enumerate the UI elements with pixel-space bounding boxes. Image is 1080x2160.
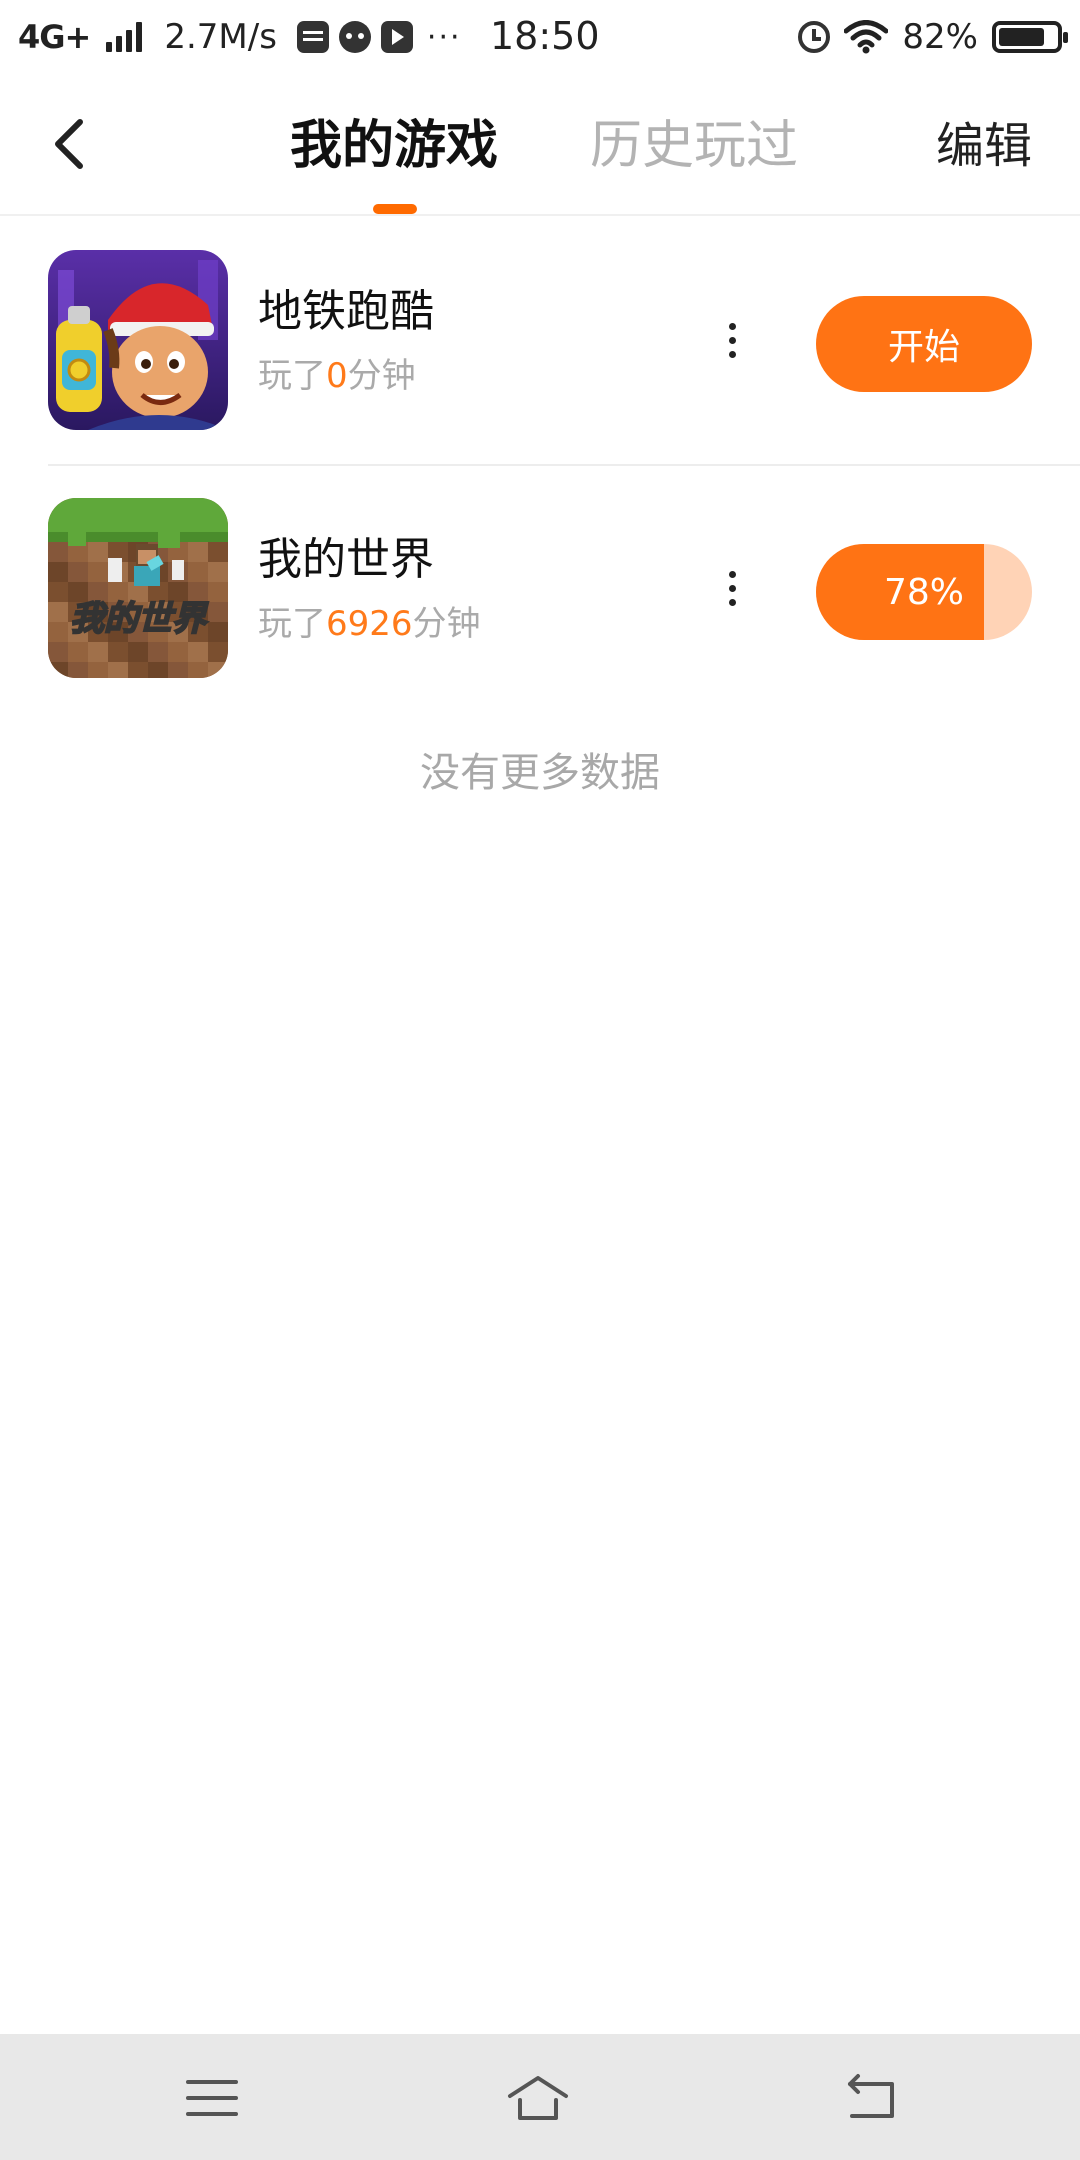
status-bar: 4G+ 2.7M/s ··· 18:50 82% — [0, 0, 1080, 74]
playtime-minutes: 0 — [326, 356, 348, 396]
playtime-minutes: 6926 — [326, 604, 413, 644]
start-button[interactable]: 开始 — [816, 296, 1032, 392]
home-button[interactable] — [506, 2070, 570, 2126]
header: 我的游戏 历史玩过 编辑 — [0, 74, 1080, 216]
menu-icon — [186, 2080, 238, 2116]
cat-app-notification-icon — [338, 21, 371, 53]
no-more-data-text: 没有更多数据 — [420, 750, 660, 796]
back-button[interactable] — [40, 112, 104, 176]
playtime-prefix: 玩了 — [258, 356, 326, 396]
network-speed: 2.7M/s — [164, 17, 277, 57]
more-vertical-icon[interactable] — [712, 560, 752, 616]
more-vertical-icon[interactable] — [712, 312, 752, 368]
minecraft-icon[interactable]: 我的世界 — [48, 498, 228, 678]
signal-icon — [106, 22, 143, 52]
game-title: 地铁跑酷 — [258, 286, 434, 337]
game-playtime: 玩了6926分钟 — [258, 602, 481, 646]
playtime-suffix: 分钟 — [347, 356, 416, 396]
network-type: 4G+ — [18, 18, 91, 56]
tab-my-games[interactable]: 我的游戏 — [290, 112, 498, 180]
system-nav-bar — [0, 2034, 1080, 2160]
more-notifications-icon: ··· — [426, 19, 462, 55]
playtime-suffix: 分钟 — [412, 604, 481, 644]
tab-history-played[interactable]: 历史玩过 — [590, 112, 798, 180]
menu-button[interactable] — [180, 2070, 244, 2126]
wifi-icon — [843, 20, 889, 54]
progress-label: 78% — [883, 571, 964, 613]
game-title: 我的世界 — [258, 534, 434, 585]
return-icon — [848, 2074, 894, 2118]
minecraft-logo-text: 我的世界 — [70, 599, 209, 639]
clock: 18:50 — [490, 14, 600, 58]
back-nav-button[interactable] — [838, 2070, 902, 2126]
battery-icon — [992, 21, 1068, 53]
battery-percent: 82% — [902, 17, 978, 57]
playtime-prefix: 玩了 — [258, 604, 326, 644]
game-list: 地铁跑酷 玩了0分钟 开始 我的世界 我的世界 玩了6926分钟 78% — [0, 216, 1080, 712]
alarm-icon — [798, 21, 831, 53]
edit-button[interactable]: 编辑 — [936, 114, 1032, 178]
subway-surfers-icon[interactable] — [48, 250, 228, 430]
home-icon — [508, 2076, 568, 2120]
download-progress-button[interactable]: 78% — [816, 544, 1032, 640]
calendar-notification-icon — [296, 21, 329, 53]
list-item[interactable]: 地铁跑酷 玩了0分钟 开始 — [0, 216, 1080, 464]
game-playtime: 玩了0分钟 — [258, 354, 416, 398]
active-tab-indicator — [373, 204, 417, 214]
video-notification-icon — [380, 21, 413, 53]
list-item[interactable]: 我的世界 我的世界 玩了6926分钟 78% — [0, 464, 1080, 712]
chevron-left-icon — [55, 119, 83, 169]
